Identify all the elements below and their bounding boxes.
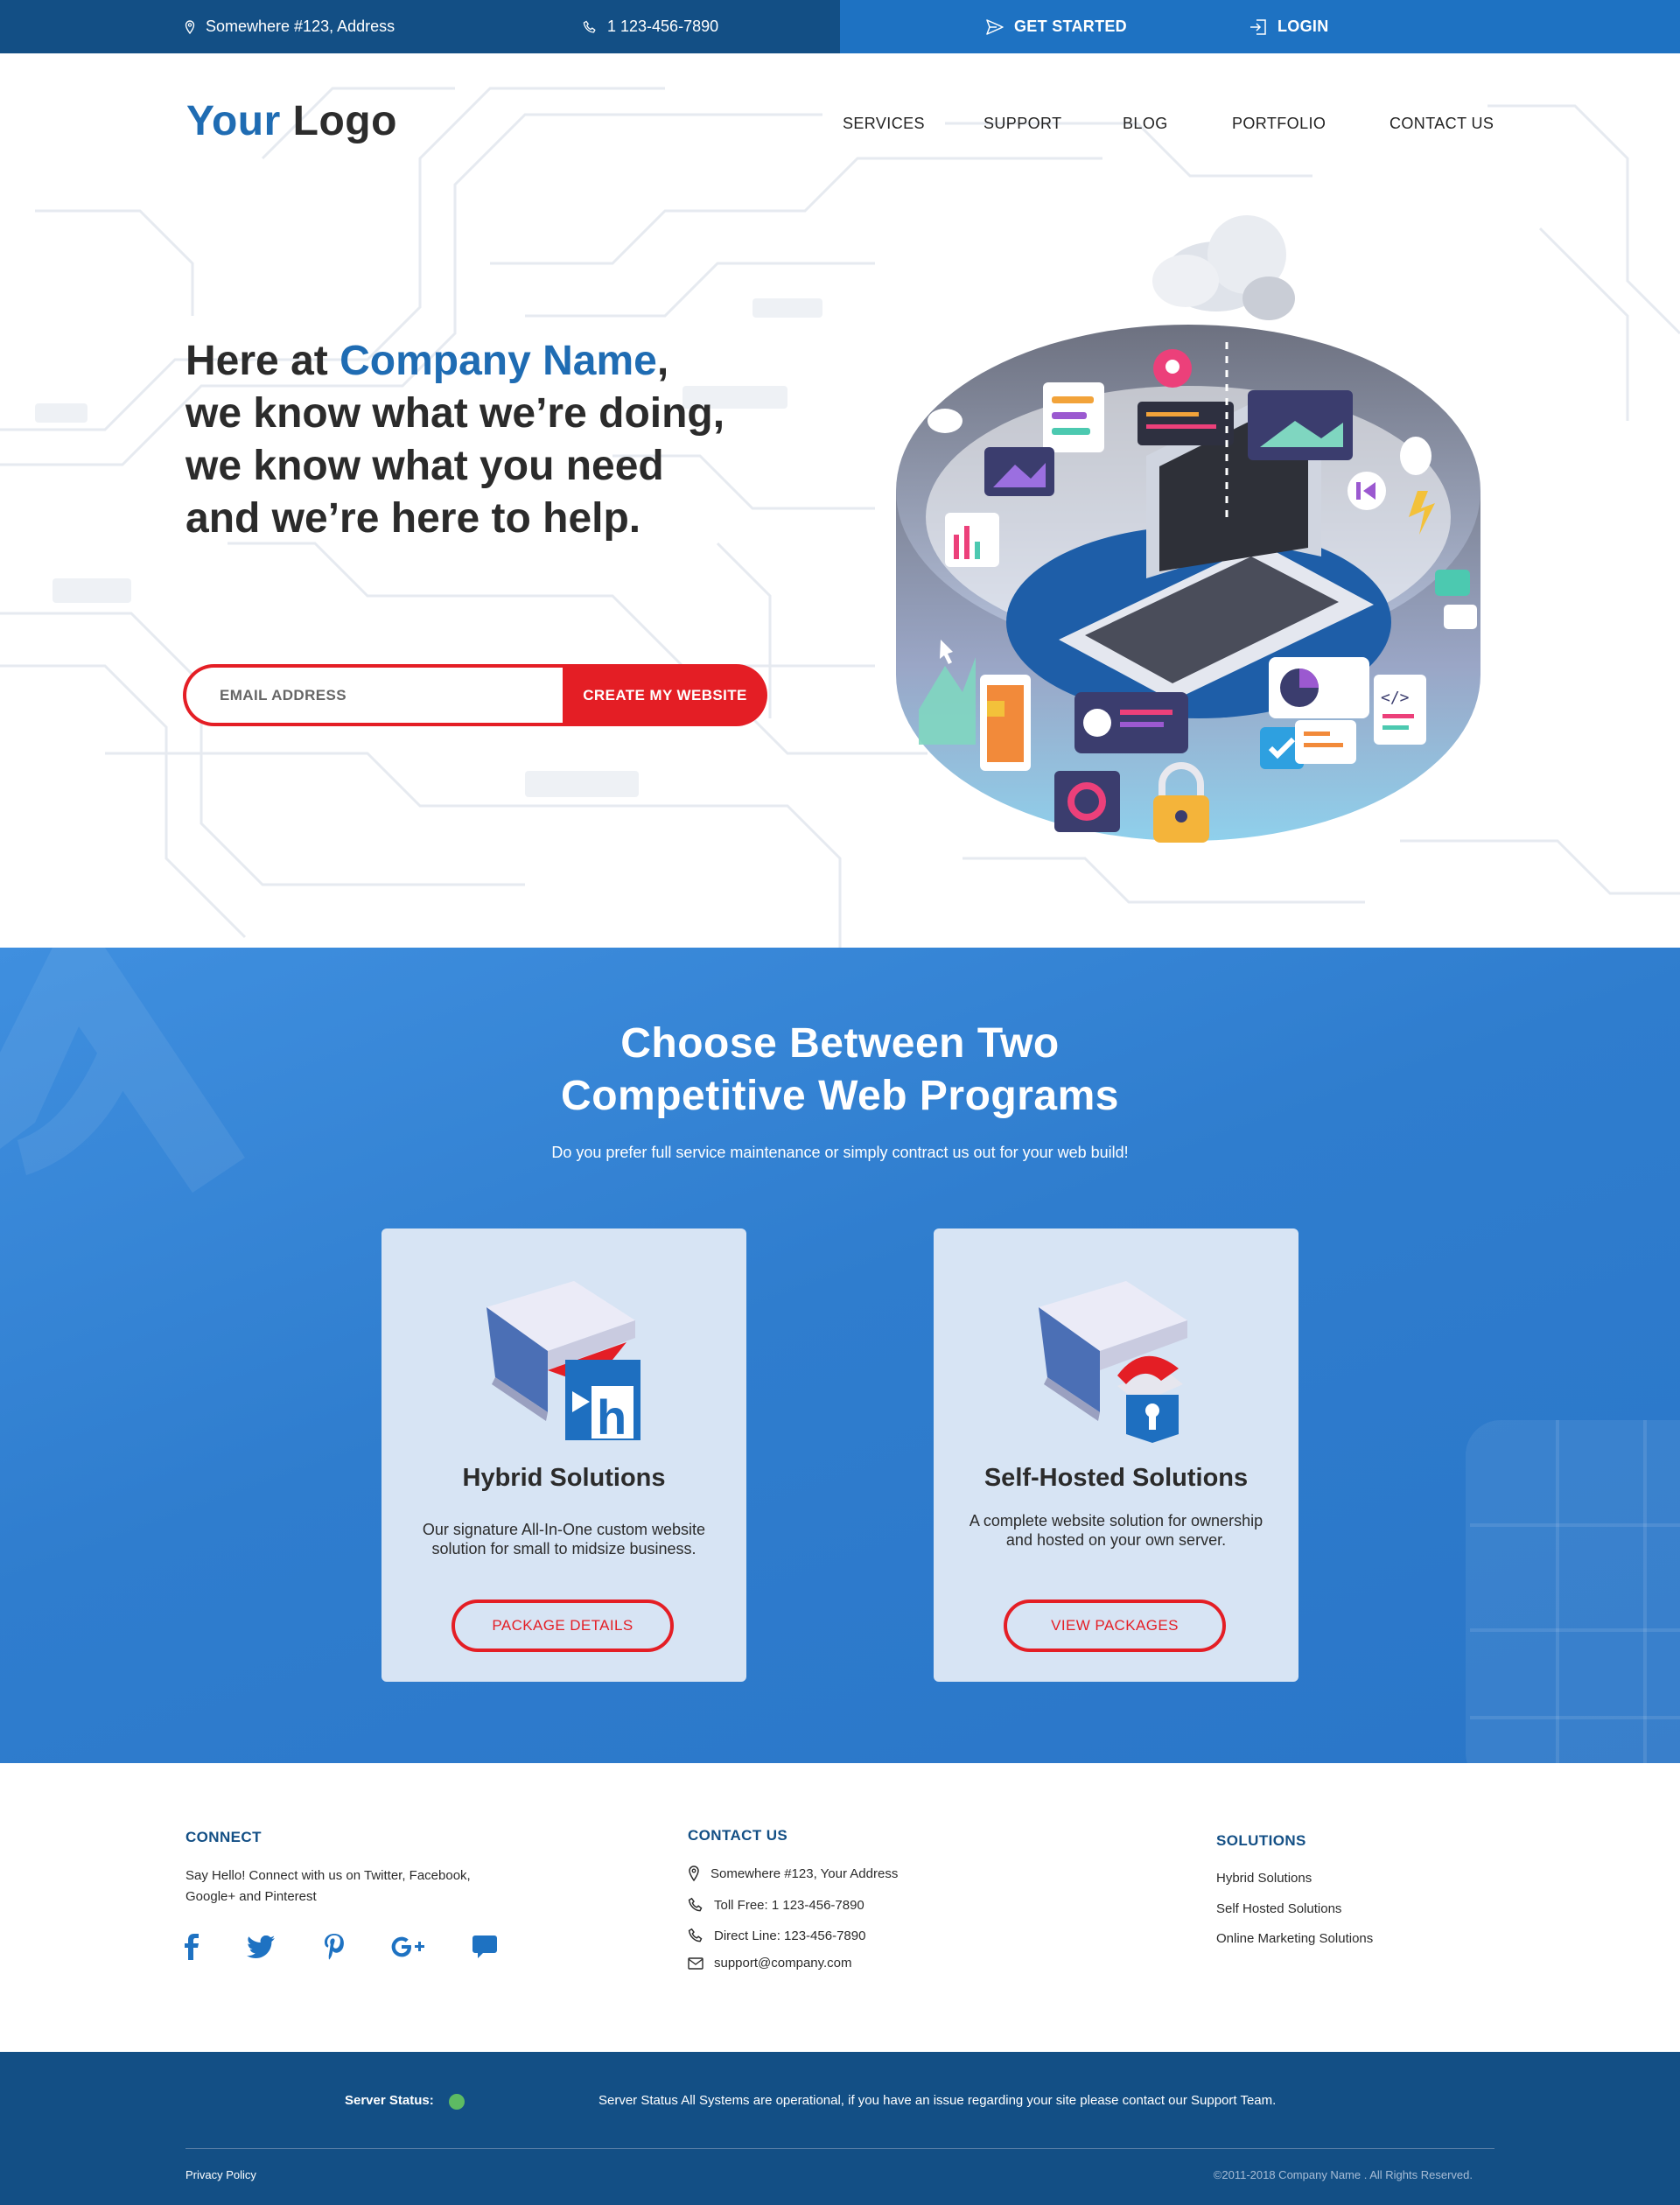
contact-address: Somewhere #123, Your Address [688, 1866, 898, 1881]
contact-direct-line[interactable]: Direct Line: 123-456-7890 [688, 1928, 865, 1943]
connect-text-line-2: Google+ and Pinterest [186, 1889, 317, 1904]
paper-plane-icon [986, 18, 1004, 35]
phone-icon [583, 20, 596, 33]
hybrid-software-box-icon: h [486, 1281, 640, 1445]
nav-blog[interactable]: BLOG [1123, 115, 1168, 133]
solutions-link-hybrid[interactable]: Hybrid Solutions [1216, 1868, 1312, 1889]
contact-email-text: support@company.com [714, 1956, 852, 1970]
top-address-text: Somewhere #123, Address [206, 18, 396, 35]
top-bar-info: Somewhere #123, Address 1 123-456-7890 [0, 0, 840, 53]
svg-text:</>: </> [1381, 689, 1410, 707]
login-label: LOGIN [1278, 18, 1329, 35]
facebook-icon[interactable] [175, 1929, 210, 1964]
connect-heading: CONNECT [186, 1829, 262, 1845]
headline-line-2: we know what we’re doing, [186, 390, 725, 437]
map-pin-icon [185, 19, 195, 34]
contact-direct-line-text: Direct Line: 123-456-7890 [714, 1928, 866, 1943]
login-link[interactable]: LOGIN [1250, 0, 1329, 53]
footer: CONNECT Say Hello! Connect with us on Tw… [0, 1763, 1680, 2052]
headline-line-3: we know what you need [186, 443, 664, 489]
top-bar: Somewhere #123, Address 1 123-456-7890 G… [0, 0, 1680, 53]
contact-address-text: Somewhere #123, Your Address [710, 1866, 899, 1881]
logo-accent: Your [186, 98, 281, 144]
server-status-indicator [449, 2094, 465, 2110]
programs-title-line-1: Choose Between Two [620, 1020, 1060, 1067]
self-hosted-solutions-card: Self-Hosted Solutions A complete website… [934, 1228, 1298, 1682]
top-address: Somewhere #123, Address [185, 0, 395, 53]
nav-support[interactable]: SUPPORT [984, 115, 1062, 133]
isometric-cloud-illustration: </> [896, 215, 1480, 843]
email-placeholder: EMAIL ADDRESS [220, 686, 346, 704]
hybrid-desc-line-2: solution for small to midsize business. [431, 1540, 696, 1558]
headline-prefix: Here at [186, 338, 340, 384]
package-details-button[interactable]: PACKAGE DETAILS [452, 1600, 674, 1652]
self-hosted-description: A complete website solution for ownershi… [960, 1511, 1272, 1550]
headline-comma: , [656, 338, 669, 384]
contact-toll-free[interactable]: Toll Free: 1 123-456-7890 [688, 1897, 864, 1913]
envelope-icon [688, 1956, 704, 1970]
solutions-link-self-hosted[interactable]: Self Hosted Solutions [1216, 1899, 1341, 1920]
footer-divider [186, 2148, 1494, 2149]
self-hosted-title: Self-Hosted Solutions [984, 1464, 1249, 1492]
twitter-icon[interactable] [243, 1929, 278, 1964]
login-icon [1250, 18, 1266, 35]
solutions-link-online-marketing[interactable]: Online Marketing Solutions [1216, 1928, 1373, 1950]
top-phone-text: 1 123-456-7890 [607, 18, 719, 35]
contact-toll-free-text: Toll Free: 1 123-456-7890 [714, 1897, 864, 1913]
get-started-link[interactable]: GET STARTED [986, 0, 1127, 53]
self-hosted-software-box-icon [1039, 1281, 1187, 1443]
package-details-label: PACKAGE DETAILS [492, 1617, 634, 1634]
nav-contact-us[interactable]: CONTACT US [1390, 115, 1494, 133]
email-input[interactable]: EMAIL ADDRESS [183, 664, 568, 726]
hero-headline: Here at Company Name, we know what we’re… [186, 335, 816, 545]
nav-services[interactable]: SERVICES [843, 115, 925, 133]
view-packages-label: VIEW PACKAGES [1051, 1617, 1179, 1634]
self-hosted-desc-line-2: and hosted on your own server. [1005, 1531, 1227, 1549]
contact-email[interactable]: support@company.com [688, 1956, 852, 1970]
view-packages-button[interactable]: VIEW PACKAGES [1004, 1600, 1226, 1652]
create-website-label: CREATE MY WEBSITE [583, 686, 747, 704]
hybrid-description: Our signature All-In-One custom website … [408, 1520, 720, 1558]
pinterest-icon[interactable] [317, 1929, 352, 1964]
phone-icon [688, 1928, 703, 1942]
footer-bottom-bar: Server Status: Server Status All Systems… [0, 2052, 1680, 2205]
get-started-label: GET STARTED [1014, 18, 1127, 35]
programs-title-line-2: Competitive Web Programs [561, 1073, 1119, 1119]
nav-portfolio[interactable]: PORTFOLIO [1232, 115, 1326, 133]
programs-subtitle: Do you prefer full service maintenance o… [551, 1144, 1129, 1161]
programs-section: Choose Between Two Competitive Web Progr… [0, 948, 1680, 1763]
top-bar-actions: GET STARTED LOGIN [840, 0, 1680, 53]
copyright-text: ©2011-2018 Company Name . All Rights Res… [1213, 2168, 1473, 2181]
hybrid-desc-line-1: Our signature All-In-One custom website [422, 1521, 706, 1538]
hero-section: Your Logo SERVICES SUPPORT BLOG PORTFOLI… [0, 53, 1680, 948]
server-status-text: Server Status All Systems are operationa… [598, 2093, 1277, 2108]
chat-icon[interactable] [467, 1929, 502, 1964]
map-pin-icon [689, 1866, 699, 1881]
logo-rest: Logo [292, 98, 397, 144]
signup-form: EMAIL ADDRESS CREATE MY WEBSITE [183, 664, 767, 726]
self-hosted-desc-line-1: A complete website solution for ownershi… [969, 1512, 1264, 1530]
top-phone[interactable]: 1 123-456-7890 [583, 0, 718, 53]
headline-company: Company Name [340, 338, 657, 384]
phone-icon [688, 1897, 703, 1912]
connect-text-line-1: Say Hello! Connect with us on Twitter, F… [186, 1868, 471, 1883]
hybrid-title: Hybrid Solutions [462, 1464, 666, 1492]
site-logo[interactable]: Your Logo [186, 97, 397, 145]
solutions-heading: SOLUTIONS [1216, 1832, 1306, 1849]
privacy-policy-link[interactable]: Privacy Policy [186, 2168, 256, 2181]
google-plus-icon[interactable] [390, 1929, 425, 1964]
hybrid-solutions-card: h Hybrid Solutions Our signature All-In-… [382, 1228, 746, 1682]
svg-text:h: h [597, 1390, 626, 1445]
contact-heading: CONTACT US [688, 1827, 788, 1844]
create-website-button[interactable]: CREATE MY WEBSITE [563, 664, 767, 726]
headline-line-4: and we’re here to help. [186, 495, 641, 542]
server-status-label: Server Status: [345, 2093, 434, 2108]
programs-title: Choose Between Two Competitive Web Progr… [0, 1018, 1680, 1123]
connect-text: Say Hello! Connect with us on Twitter, F… [186, 1866, 471, 1908]
cloud-icon [1152, 215, 1295, 320]
